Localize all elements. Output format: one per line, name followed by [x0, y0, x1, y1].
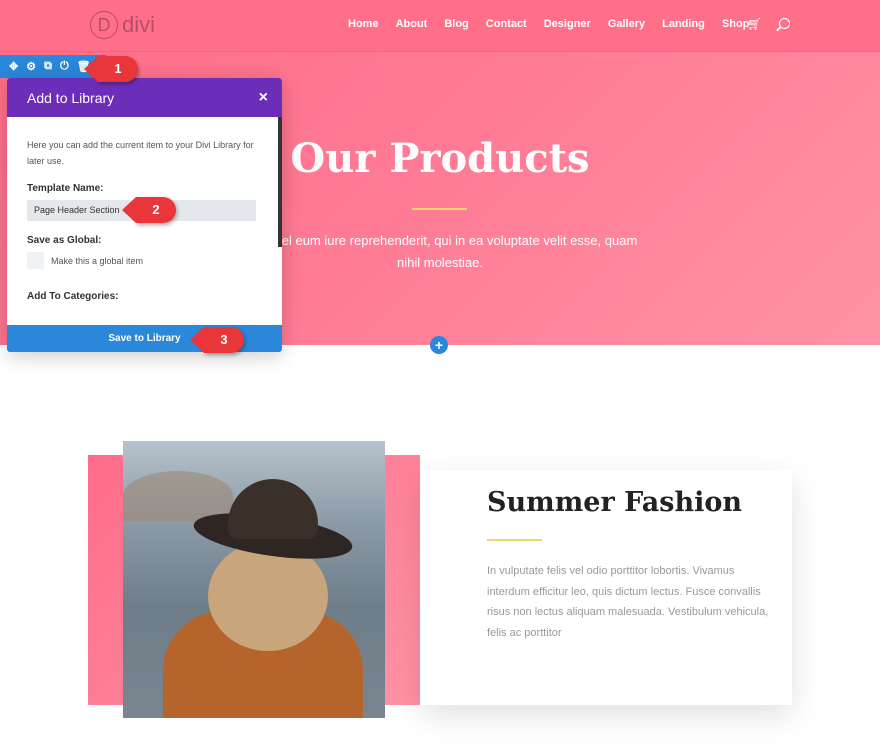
gear-icon[interactable]: ⚙ — [26, 60, 36, 73]
nav-home[interactable]: Home — [348, 18, 379, 30]
add-section-button[interactable]: + — [430, 336, 448, 354]
checkbox[interactable] — [27, 252, 44, 269]
hero-divider — [412, 208, 467, 210]
categories-label: Add To Categories: — [27, 291, 119, 302]
nav-landing[interactable]: Landing — [662, 18, 705, 30]
logo-text: divi — [122, 12, 156, 37]
main-nav: Home About Blog Contact Designer Gallery… — [348, 18, 749, 30]
nav-shop[interactable]: Shop — [722, 18, 750, 30]
callout-2: 2 — [122, 197, 176, 223]
nav-gallery[interactable]: Gallery — [608, 18, 645, 30]
duplicate-icon[interactable]: ⧉ — [44, 60, 52, 73]
hero-text: utem vel eum iure reprehenderit, qui in … — [242, 233, 638, 270]
callout-3: 3 — [190, 327, 244, 353]
modal-header: Add to Library × — [7, 78, 282, 117]
save-icon[interactable]: ⏻ — [60, 60, 69, 73]
global-checkbox-label: Make this a global item — [51, 255, 144, 266]
feature-title: Summer Fashion — [487, 487, 742, 518]
search-icon[interactable] — [779, 18, 790, 29]
modal-title: Add to Library — [27, 89, 115, 106]
close-icon[interactable]: × — [259, 89, 268, 107]
scrollbar[interactable] — [278, 117, 282, 247]
feature-divider — [487, 539, 542, 541]
nav-about[interactable]: About — [396, 18, 428, 30]
site-header: Ddivi Home About Blog Contact Designer G… — [0, 0, 880, 52]
nav-contact[interactable]: Contact — [486, 18, 527, 30]
template-name-label: Template Name: — [27, 183, 104, 194]
fashion-photo — [123, 441, 385, 718]
move-icon[interactable]: ✥ — [9, 60, 18, 73]
global-checkbox[interactable]: Make this a global item — [27, 252, 262, 269]
modal-description: Here you can add the current item to you… — [27, 140, 254, 166]
nav-designer[interactable]: Designer — [544, 18, 591, 30]
nav-blog[interactable]: Blog — [444, 18, 468, 30]
cart-icon[interactable]: 🛒︎ — [747, 17, 762, 31]
save-global-label: Save as Global: — [27, 235, 102, 246]
feature-text: In vulputate felis vel odio porttitor lo… — [487, 565, 769, 639]
callout-1: 1 — [84, 56, 138, 82]
logo[interactable]: Ddivi — [90, 11, 155, 39]
logo-mark: D — [90, 11, 118, 39]
